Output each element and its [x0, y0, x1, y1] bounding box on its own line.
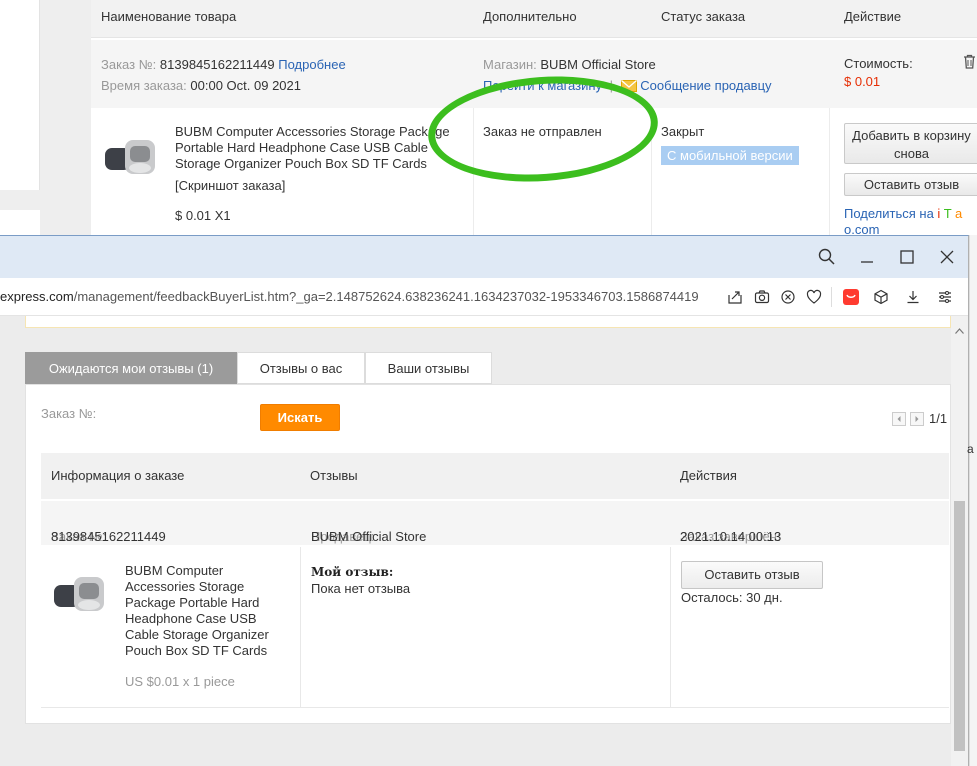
product-title-link[interactable]: BUBM Computer Accessories Storage Packag… — [125, 563, 285, 659]
col-extra-header: Дополнительно — [483, 9, 577, 24]
order-completed-date: 2021.10.14 00:13 — [680, 529, 782, 544]
trash-icon[interactable] — [963, 54, 976, 72]
page-indicator: 1/1 — [929, 411, 948, 426]
menu-icon[interactable] — [937, 289, 953, 305]
left-panel — [0, 0, 40, 190]
order-status: Закрыт — [661, 124, 705, 139]
block-icon[interactable] — [780, 289, 796, 305]
product-image[interactable] — [52, 573, 108, 617]
order-time: 00:00 Oct. 09 2021 — [190, 78, 301, 93]
share-letter-a: a — [955, 206, 963, 221]
cell-divider — [300, 547, 301, 707]
title-bar — [0, 236, 968, 278]
cost-label: Стоимость: — [844, 56, 913, 71]
search-icon[interactable] — [817, 247, 837, 267]
order-number: 8139845162211449 — [159, 57, 275, 72]
url-text[interactable]: express.com/management/feedbackBuyerList… — [0, 289, 699, 304]
share-icon[interactable] — [727, 289, 743, 305]
store-label: Магазин: — [483, 57, 537, 72]
order-time-label: Время заказа: — [101, 78, 187, 93]
notice-bar — [25, 316, 951, 328]
camera-icon[interactable] — [754, 289, 770, 305]
header-actions: Действия — [680, 468, 737, 483]
my-review-label: Мой отзыв: — [311, 565, 394, 579]
toolbar-divider — [831, 287, 832, 307]
orders-table-header: Наименование товара Дополнительно Статус… — [91, 0, 977, 38]
prev-page-button[interactable] — [892, 412, 906, 426]
share-on-itao-link[interactable]: Поделиться на i T a o.com — [844, 206, 974, 238]
scroll-up-arrow[interactable] — [955, 322, 964, 337]
order-cost: $ 0.01 — [844, 74, 881, 89]
vertical-scrollbar[interactable] — [951, 316, 968, 766]
product-title-link[interactable]: BUBM Computer Accessories Storage Packag… — [175, 124, 465, 172]
tab-your-reviews[interactable]: Ваши отзывы — [365, 352, 492, 384]
col-product-header: Наименование товара — [101, 9, 237, 24]
background-edge: а — [967, 235, 977, 766]
product-price: US $0.01 x 1 piece — [125, 674, 235, 689]
address-bar[interactable]: express.com/management/feedbackBuyerList… — [0, 278, 968, 316]
order-search-label: Заказ №: — [41, 406, 97, 421]
tab-awaiting-my-reviews[interactable]: Ожидаются мои отзывы (1) — [25, 352, 237, 384]
store-name: BUBM Official Store — [540, 57, 656, 72]
order-info-row: Заказ №: 8139845162211449 Продавец: BUBM… — [41, 501, 949, 545]
heart-icon[interactable] — [806, 289, 822, 305]
seller-name[interactable]: BUBM Official Store — [311, 529, 426, 544]
cube-icon[interactable] — [873, 289, 889, 305]
order-number: 8139845162211449 — [51, 529, 166, 544]
edge-glyph: а — [967, 442, 974, 456]
column-divider — [829, 108, 830, 240]
feedback-panel: Заказ №: Искать 1/1 Информация о заказе … — [25, 384, 951, 724]
col-action-header: Действие — [844, 9, 902, 24]
header-reviews: Отзывы — [310, 468, 358, 483]
share-letter-t: T — [943, 206, 952, 221]
order-details-link[interactable]: Подробнее — [278, 57, 345, 72]
order-number-label: Заказ №: — [101, 57, 157, 72]
add-to-cart-again-button[interactable]: Добавить в корзину снова — [844, 123, 977, 164]
aliexpress-extension-icon[interactable] — [843, 289, 859, 305]
url-path: /management/feedbackBuyerList.htm?_ga=2.… — [73, 289, 699, 304]
browser-window: express.com/management/feedbackBuyerList… — [0, 235, 969, 766]
row-divider — [41, 707, 949, 708]
product-info: BUBM Computer Accessories Storage Packag… — [175, 124, 465, 224]
mobile-version-badge: С мобильной версии — [661, 146, 799, 165]
tab-reviews-about-you[interactable]: Отзывы о вас — [237, 352, 365, 384]
search-button[interactable]: Искать — [260, 404, 340, 431]
next-page-button[interactable] — [910, 412, 924, 426]
order-snapshot-link[interactable]: [Скриншот заказа] — [175, 178, 465, 194]
scrollbar-thumb[interactable] — [954, 501, 965, 751]
page-viewport: Ожидаются мои отзывы (1) Отзывы о вас Ва… — [0, 316, 951, 766]
close-icon[interactable] — [937, 247, 957, 267]
col-status-header: Статус заказа — [661, 9, 746, 24]
leave-review-button[interactable]: Оставить отзыв — [681, 561, 823, 589]
days-remaining: Осталось: 30 дн. — [681, 590, 783, 605]
download-icon[interactable] — [905, 289, 921, 305]
share-letter-i: i — [937, 206, 941, 221]
url-domain: express.com — [0, 289, 74, 304]
cell-divider — [670, 547, 671, 707]
product-price: $ 0.01 X1 — [175, 208, 231, 223]
reviews-table-header: Информация о заказе Отзывы Действия — [41, 453, 949, 499]
leave-review-button[interactable]: Оставить отзыв — [844, 173, 977, 196]
product-image[interactable] — [103, 136, 159, 180]
share-prefix: Поделиться на — [844, 206, 938, 221]
maximize-icon[interactable] — [897, 247, 917, 267]
no-review-text: Пока нет отзыва — [311, 581, 411, 596]
minimize-icon[interactable] — [857, 247, 877, 267]
header-order-info: Информация о заказе — [51, 468, 185, 483]
message-seller-link[interactable]: Сообщение продавцу — [640, 78, 771, 93]
